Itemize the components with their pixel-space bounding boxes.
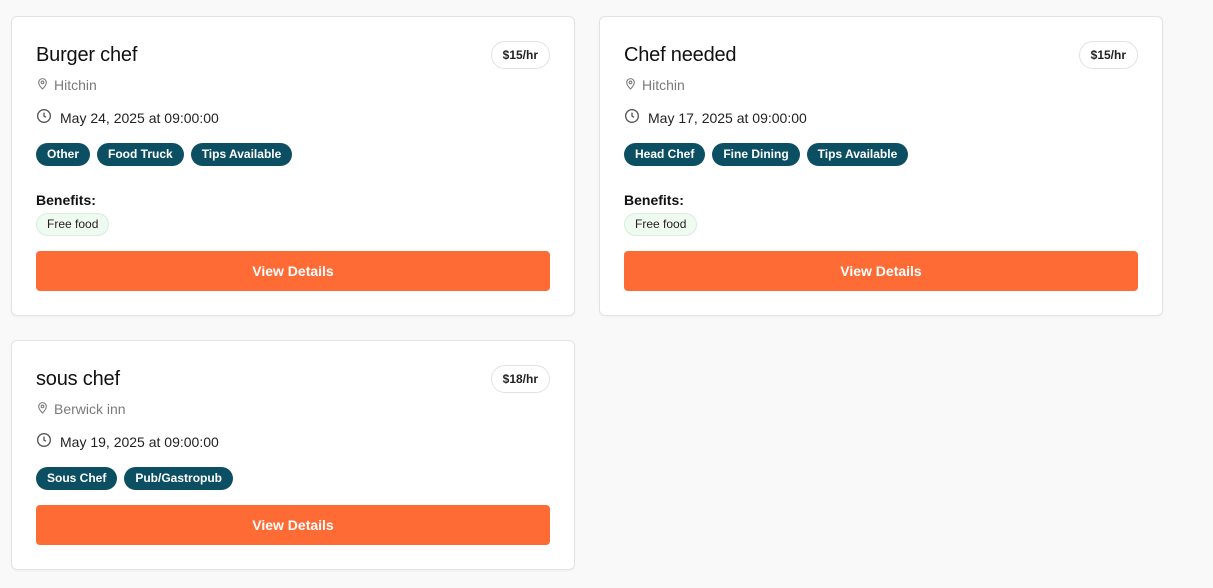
- map-pin-icon: [36, 401, 49, 417]
- rate-badge: $15/hr: [1078, 41, 1138, 69]
- tag: Sous Chef: [36, 467, 118, 490]
- job-card: sous chef $18/hr Berwick inn May 19, 202…: [11, 340, 575, 570]
- view-details-button[interactable]: View Details: [36, 505, 550, 545]
- job-title: sous chef: [36, 368, 120, 390]
- location-text: Hitchin: [54, 77, 97, 93]
- tag: Tips Available: [806, 143, 909, 166]
- clock-icon: [624, 108, 640, 127]
- job-location: Hitchin: [36, 77, 97, 93]
- benefit-badge: Free food: [36, 213, 110, 236]
- rate-badge: $18/hr: [490, 365, 550, 393]
- job-location: Hitchin: [624, 77, 685, 93]
- benefit-list: Free food: [624, 213, 698, 236]
- rate-badge: $15/hr: [490, 41, 550, 69]
- view-details-button[interactable]: View Details: [624, 251, 1138, 291]
- job-title: Chef needed: [624, 44, 737, 66]
- datetime-text: May 24, 2025 at 09:00:00: [60, 109, 219, 126]
- job-card: Burger chef $15/hr Hitchin May 24, 2025 …: [11, 16, 575, 316]
- benefit-badge: Free food: [624, 213, 698, 236]
- map-pin-icon: [624, 77, 637, 93]
- benefits-label: Benefits:: [36, 192, 96, 208]
- benefit-list: Free food: [36, 213, 110, 236]
- tag: Pub/Gastropub: [124, 467, 234, 490]
- job-datetime: May 17, 2025 at 09:00:00: [624, 108, 807, 127]
- datetime-text: May 17, 2025 at 09:00:00: [648, 109, 807, 126]
- tag: Head Chef: [624, 143, 706, 166]
- tag-list: Sous Chef Pub/Gastropub: [36, 467, 234, 490]
- location-text: Berwick inn: [54, 401, 126, 417]
- tag: Fine Dining: [712, 143, 800, 166]
- location-text: Hitchin: [642, 77, 685, 93]
- view-details-button[interactable]: View Details: [36, 251, 550, 291]
- clock-icon: [36, 108, 52, 127]
- tag-list: Other Food Truck Tips Available: [36, 143, 293, 166]
- job-datetime: May 24, 2025 at 09:00:00: [36, 108, 219, 127]
- job-location: Berwick inn: [36, 401, 126, 417]
- tag: Food Truck: [97, 143, 184, 166]
- job-title: Burger chef: [36, 44, 138, 66]
- tag: Tips Available: [190, 143, 293, 166]
- job-datetime: May 19, 2025 at 09:00:00: [36, 432, 219, 451]
- tag: Other: [36, 143, 91, 166]
- clock-icon: [36, 432, 52, 451]
- map-pin-icon: [36, 77, 49, 93]
- benefits-label: Benefits:: [624, 192, 684, 208]
- datetime-text: May 19, 2025 at 09:00:00: [60, 433, 219, 450]
- job-card: Chef needed $15/hr Hitchin May 17, 2025 …: [599, 16, 1163, 316]
- tag-list: Head Chef Fine Dining Tips Available: [624, 143, 909, 166]
